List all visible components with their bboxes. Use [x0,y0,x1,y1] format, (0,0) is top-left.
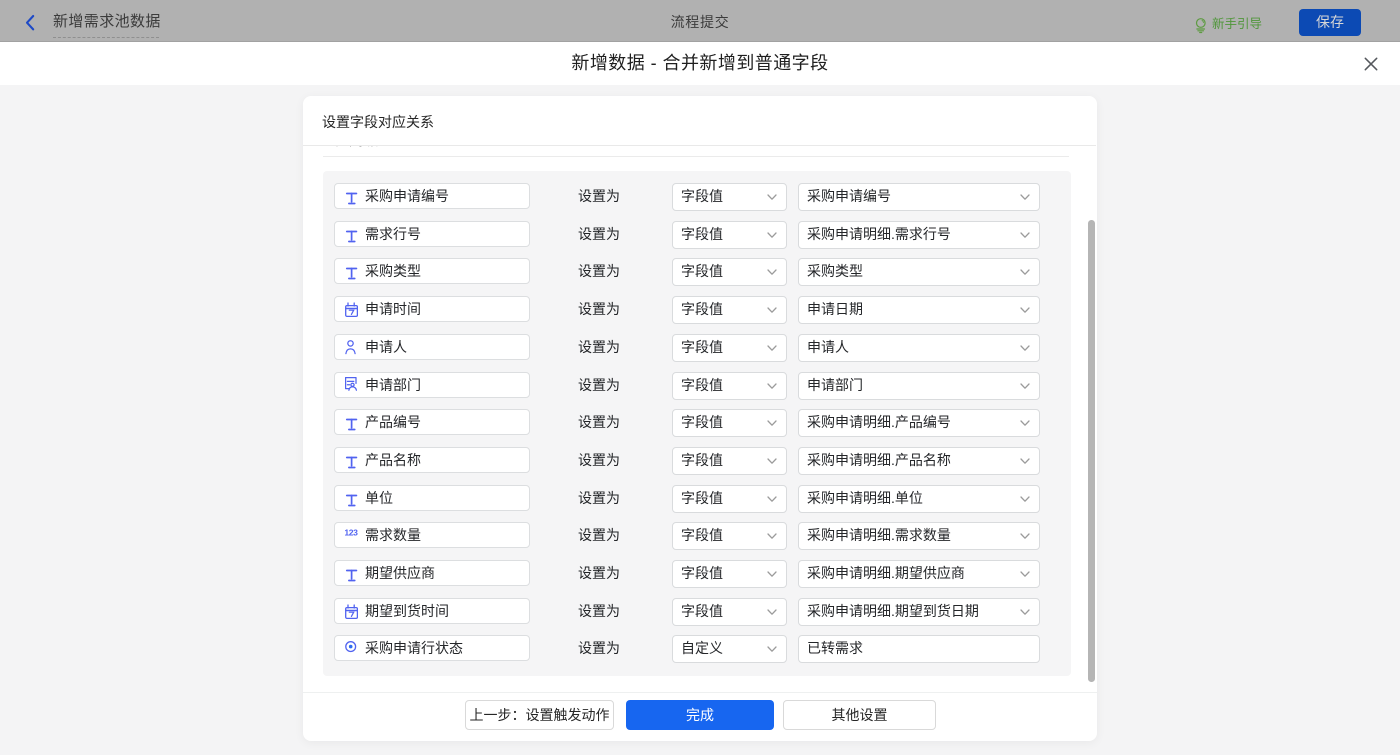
svg-text:123: 123 [345,527,358,537]
